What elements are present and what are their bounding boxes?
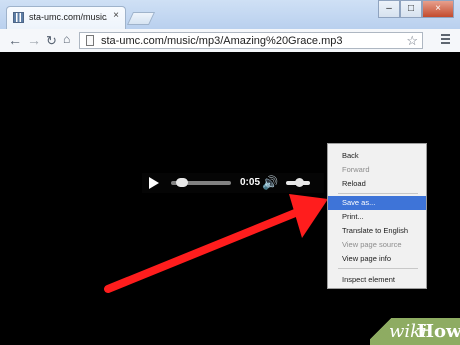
context-menu: Back Forward Reload Save as... Print... …: [327, 143, 427, 289]
menu-item-forward: Forward: [342, 165, 370, 174]
screenshot: sta-umc.com/music/mp3/Amazing%20Grace.mp…: [0, 0, 460, 345]
wikihow-watermark: wiki How: [370, 318, 460, 345]
menu-item-back[interactable]: Back: [328, 149, 426, 163]
menu-separator: [338, 193, 418, 194]
menu-item-inspect[interactable]: Inspect element: [328, 273, 426, 287]
menu-item-view-source: View page source: [342, 240, 402, 249]
menu-item-reload[interactable]: Reload: [328, 177, 426, 191]
menu-item-save-as[interactable]: Save as...: [328, 196, 426, 210]
menu-item-page-info[interactable]: View page info: [328, 252, 426, 266]
wikihow-how-text: How: [417, 321, 460, 342]
menu-item-translate[interactable]: Translate to English: [328, 224, 426, 238]
menu-separator: [338, 268, 418, 269]
menu-item-print[interactable]: Print...: [328, 210, 426, 224]
